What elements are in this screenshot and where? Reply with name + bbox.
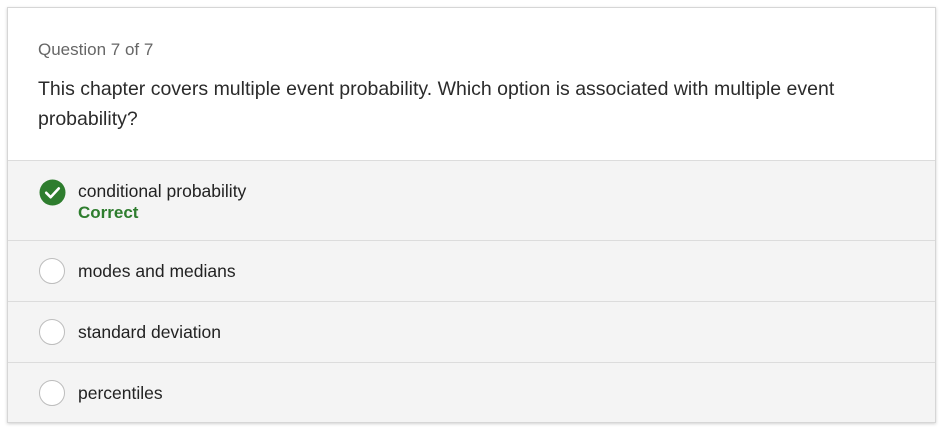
option-label: modes and medians — [78, 261, 236, 281]
option-conditional-probability[interactable]: conditional probability Correct — [8, 161, 935, 241]
option-label: percentiles — [78, 383, 163, 403]
question-text: This chapter covers multiple event proba… — [38, 78, 835, 130]
quiz-card: Question 7 of 7 This chapter covers mult… — [7, 7, 936, 423]
option-modes-and-medians[interactable]: modes and medians — [8, 241, 935, 302]
radio-button[interactable] — [39, 319, 65, 345]
question-header: Question 7 of 7 This chapter covers mult… — [8, 8, 935, 161]
checkmark-circle-icon — [39, 179, 66, 206]
option-standard-deviation[interactable]: standard deviation — [8, 302, 935, 363]
correct-feedback: Correct — [78, 203, 139, 222]
answer-options: conditional probability Correct modes an… — [8, 161, 935, 422]
option-percentiles[interactable]: percentiles — [8, 363, 935, 422]
option-label: standard deviation — [78, 322, 222, 342]
option-label: conditional probability — [78, 181, 247, 201]
question-counter: Question 7 of 7 — [38, 40, 154, 59]
radio-button[interactable] — [39, 258, 65, 284]
radio-button[interactable] — [39, 380, 65, 406]
